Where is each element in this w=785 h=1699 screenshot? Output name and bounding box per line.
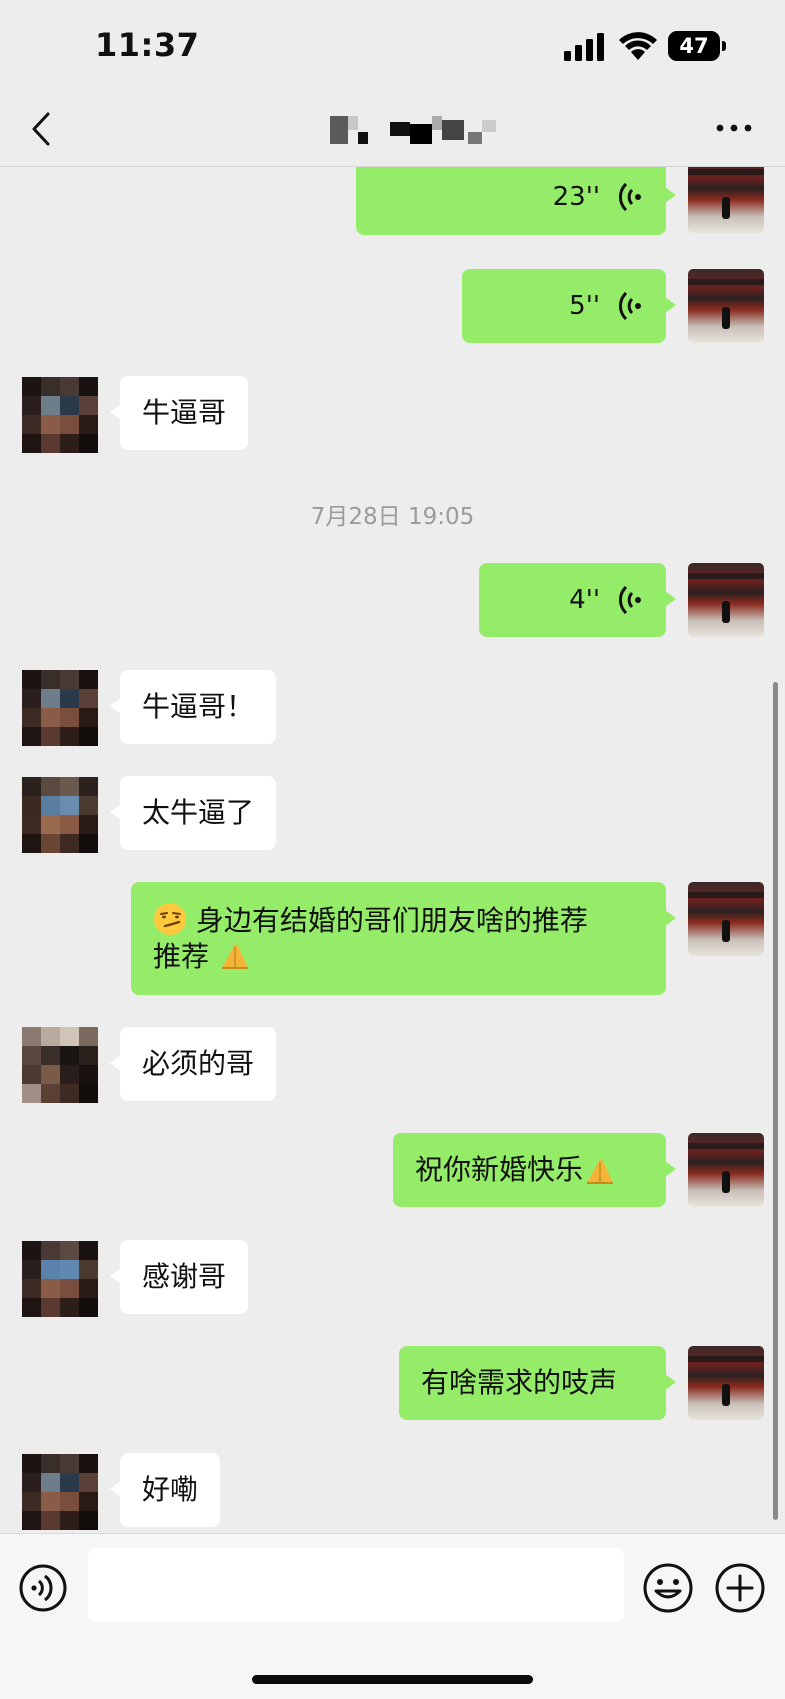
contact-avatar[interactable] [22, 1241, 98, 1317]
pray-emoji-icon [221, 944, 248, 969]
cellular-signal-icon [564, 33, 604, 61]
wifi-icon [619, 32, 657, 60]
message-text: 有啥需求的吱声 [421, 1366, 618, 1399]
message-text: 必须的哥 [142, 1047, 255, 1080]
text-message[interactable]: 祝你新婚快乐 [393, 1133, 676, 1207]
message-text: 感谢哥 [142, 1260, 227, 1293]
text-message[interactable]: 身边有结婚的哥们朋友啥的推荐 推荐 [131, 882, 676, 995]
message-input[interactable] [88, 1548, 624, 1622]
voice-duration: 4'' [569, 585, 600, 615]
text-message[interactable]: 太牛逼了 [109, 776, 277, 850]
text-message[interactable]: 感谢哥 [109, 1240, 249, 1314]
emoji-icon[interactable] [642, 1562, 694, 1614]
message-text-line2: 推荐 [153, 940, 210, 973]
voice-message[interactable]: 4'' [479, 563, 676, 637]
contact-avatar[interactable] [22, 670, 98, 746]
my-avatar[interactable] [688, 167, 764, 233]
message-text: 太牛逼了 [142, 796, 255, 829]
voice-input-icon[interactable] [18, 1563, 68, 1613]
chat-title-pixelated [330, 116, 500, 144]
battery-level: 47 [668, 31, 720, 61]
battery-icon: 47 [668, 31, 726, 61]
voice-wave-icon [619, 291, 641, 321]
voice-message[interactable]: 5'' [462, 269, 676, 343]
chat-header [0, 92, 785, 167]
smirk-emoji-icon [154, 903, 186, 935]
text-message[interactable]: 必须的哥 [109, 1027, 277, 1101]
my-avatar[interactable] [688, 1133, 764, 1207]
input-bar [0, 1533, 785, 1699]
voice-duration: 5'' [569, 291, 600, 321]
scrollbar[interactable] [773, 682, 778, 1520]
text-message[interactable]: 好嘞 [109, 1453, 221, 1527]
my-avatar[interactable] [688, 563, 764, 637]
pray-emoji-icon [587, 1159, 614, 1184]
message-list[interactable]: 23'' 5'' 牛逼哥 7月28日 19:05 4'' 牛逼哥！ 太牛逼了 身… [0, 167, 785, 1533]
text-message[interactable]: 牛逼哥 [109, 376, 249, 450]
status-bar: 11:37 47 [0, 0, 785, 92]
message-text: 牛逼哥！ [142, 690, 255, 723]
back-chevron-icon[interactable] [24, 106, 58, 152]
text-message[interactable]: 有啥需求的吱声 [399, 1346, 676, 1420]
voice-wave-icon [619, 182, 641, 212]
message-text: 牛逼哥 [142, 396, 227, 429]
message-text: 祝你新婚快乐 [415, 1153, 584, 1186]
message-text-line1: 身边有结婚的哥们朋友啥的推荐 [195, 904, 588, 937]
contact-avatar[interactable] [22, 1027, 98, 1103]
message-timestamp: 7月28日 19:05 [310, 504, 475, 530]
contact-avatar[interactable] [22, 777, 98, 853]
text-message[interactable]: 牛逼哥！ [109, 670, 277, 744]
my-avatar[interactable] [688, 1346, 764, 1420]
status-time: 11:37 [95, 26, 200, 64]
voice-duration: 23'' [552, 182, 600, 212]
voice-message[interactable]: 23'' [356, 167, 676, 235]
plus-icon[interactable] [714, 1562, 766, 1614]
message-text: 好嘞 [142, 1473, 199, 1506]
my-avatar[interactable] [688, 882, 764, 956]
contact-avatar[interactable] [22, 1454, 98, 1530]
home-indicator [252, 1675, 533, 1684]
contact-avatar[interactable] [22, 377, 98, 453]
more-options-icon[interactable] [714, 116, 754, 140]
voice-wave-icon [619, 585, 641, 615]
my-avatar[interactable] [688, 269, 764, 343]
